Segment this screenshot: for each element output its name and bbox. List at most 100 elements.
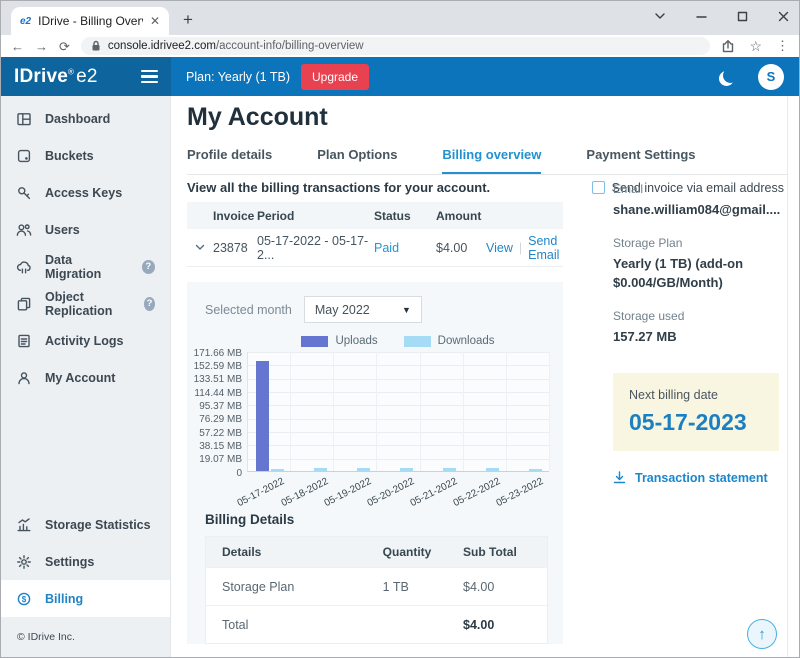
sidebar-item-label: Billing: [45, 592, 83, 606]
billing-col-header: Quantity: [383, 545, 463, 559]
gridline: [248, 379, 549, 380]
logo-suffix: e2: [76, 66, 98, 87]
logo-registered-mark: ®: [68, 67, 74, 76]
transaction-statement-label: Transaction statement: [635, 471, 768, 485]
invoice-view-link[interactable]: View: [486, 241, 513, 255]
sidebar-item-billing[interactable]: $Billing: [1, 580, 170, 617]
sidebar-item-access-keys[interactable]: Access Keys: [1, 174, 170, 211]
invoice-send-email-link[interactable]: Send Email: [528, 234, 563, 262]
sidebar-item-object-replication[interactable]: Object Replication?: [1, 285, 170, 322]
sidebar-item-label: Object Replication: [45, 290, 131, 318]
chart-plot-area: [247, 352, 549, 472]
chart-y-axis: 171.66 MB152.59 MB133.51 MB114.44 MB95.3…: [195, 352, 247, 472]
billing-row-details: Storage Plan: [222, 580, 383, 594]
sidebar: DashboardBucketsAccess KeysUsersData Mig…: [1, 96, 171, 657]
forward-icon[interactable]: →: [35, 40, 48, 53]
sidebar-item-buckets[interactable]: Buckets: [1, 137, 170, 174]
settings-icon: [16, 554, 32, 570]
downloads-bar: [357, 468, 370, 471]
sidebar-bottom-nav: Storage Statistics Settings $Billing: [1, 506, 170, 617]
browser-address-bar: ← → ⟳ console.idrivee2.com/account-info/…: [1, 35, 799, 57]
sidebar-item-data-migration[interactable]: Data Migration?: [1, 248, 170, 285]
window-minimize-icon[interactable]: [696, 11, 707, 22]
invoice-number: 23878: [213, 241, 257, 255]
upgrade-button[interactable]: Upgrade: [301, 64, 369, 90]
y-tick-label: 95.37 MB: [199, 401, 242, 412]
invoice-expand-chevron-icon[interactable]: [187, 244, 213, 251]
bookmark-star-icon[interactable]: ☆: [749, 38, 762, 55]
sidebar-item-my-account[interactable]: My Account: [1, 359, 170, 396]
browser-menu-kebab-icon[interactable]: ⋮: [776, 38, 789, 54]
tab-billing-overview[interactable]: Billing overview: [442, 147, 541, 174]
y-tick-label: 133.51 MB: [194, 374, 242, 385]
sidebar-item-label: Activity Logs: [45, 334, 124, 348]
browser-tab[interactable]: e2 IDrive - Billing Overview ✕: [11, 7, 169, 35]
storage-plan-value: Yearly (1 TB) (add-on $0.004/GB/Month): [613, 255, 779, 293]
avatar[interactable]: S: [758, 64, 784, 90]
sidebar-item-dashboard[interactable]: Dashboard: [1, 100, 170, 137]
tab-profile-details[interactable]: Profile details: [187, 147, 272, 174]
sidebar-item-settings[interactable]: Settings: [1, 543, 170, 580]
invoice-amount: $4.00: [436, 241, 486, 255]
gridline-vertical: [463, 352, 464, 471]
gridline: [248, 352, 549, 353]
downloads-bar: [486, 468, 499, 471]
bar-group-05-20-2022: [377, 468, 420, 471]
window-close-icon[interactable]: [778, 11, 789, 22]
sidebar-item-label: Settings: [45, 555, 94, 569]
next-billing-date: 05-17-2023: [629, 409, 769, 436]
window-maximize-icon[interactable]: [737, 11, 748, 22]
app-logo: IDrive®e2: [1, 57, 171, 96]
help-icon[interactable]: ?: [142, 260, 155, 274]
scroll-to-top-button[interactable]: ↑: [747, 619, 777, 649]
access-keys-icon: [16, 185, 32, 201]
content-right-divider: [787, 96, 788, 657]
billing-row-subtotal: $4.00: [463, 618, 531, 632]
sidebar-item-activity-logs[interactable]: Activity Logs: [1, 322, 170, 359]
tab-close-icon[interactable]: ✕: [150, 14, 160, 28]
new-tab-button[interactable]: +: [183, 11, 193, 28]
sidebar-item-storage-statistics[interactable]: Storage Statistics: [1, 506, 170, 543]
sidebar-item-label: Data Migration: [45, 253, 129, 281]
bar-group-05-19-2022: [334, 468, 377, 471]
reload-icon[interactable]: ⟳: [59, 40, 70, 53]
y-tick-label: 114.44 MB: [194, 388, 242, 399]
tab-payment-settings[interactable]: Payment Settings: [586, 147, 695, 174]
billing-subtitle: View all the billing transactions for yo…: [187, 180, 490, 195]
users-icon: [16, 222, 32, 238]
back-icon[interactable]: ←: [11, 40, 24, 53]
sidebar-item-label: Access Keys: [45, 186, 122, 200]
window-menu-chevron-icon[interactable]: [654, 12, 666, 20]
legend-swatch: [301, 336, 328, 347]
billing-col-header: Details: [222, 545, 383, 559]
share-icon[interactable]: [721, 40, 735, 53]
billing-details-header: DetailsQuantitySub Total: [206, 537, 547, 567]
downloads-bar: [271, 469, 284, 471]
hamburger-menu-icon[interactable]: [141, 70, 158, 83]
month-dropdown[interactable]: May 2022 ▼: [304, 296, 422, 323]
url-input[interactable]: console.idrivee2.com/account-info/billin…: [81, 37, 711, 55]
sidebar-item-label: Dashboard: [45, 112, 110, 126]
object-replication-icon: [16, 296, 32, 312]
tab-plan-options[interactable]: Plan Options: [317, 147, 397, 174]
x-tick-label: 05-23-2022: [495, 476, 546, 509]
sidebar-footer: © IDrive Inc.: [1, 617, 170, 657]
dropdown-caret-icon: ▼: [402, 305, 411, 315]
y-tick-label: 38.15 MB: [199, 441, 242, 452]
storage-statistics-icon: [16, 517, 32, 533]
billing-details-row: Storage Plan1 TB$4.00: [206, 567, 547, 605]
chart-legend: UploadsDownloads: [233, 335, 563, 347]
dark-mode-moon-icon[interactable]: [723, 68, 738, 83]
billing-row-quantity: 1 TB: [383, 580, 463, 594]
gridline-vertical: [376, 352, 377, 471]
next-billing-box: Next billing date 05-17-2023: [613, 373, 779, 451]
activity-logs-icon: [16, 333, 32, 349]
y-tick-label: 0: [236, 468, 242, 479]
email-label: Email: [613, 182, 779, 196]
month-dropdown-value: May 2022: [315, 303, 370, 317]
sidebar-item-users[interactable]: Users: [1, 211, 170, 248]
transaction-statement-link[interactable]: Transaction statement: [613, 471, 779, 485]
invoice-actions: View|Send Email: [486, 234, 563, 262]
send-invoice-checkbox[interactable]: [592, 181, 605, 194]
help-icon[interactable]: ?: [144, 297, 155, 311]
